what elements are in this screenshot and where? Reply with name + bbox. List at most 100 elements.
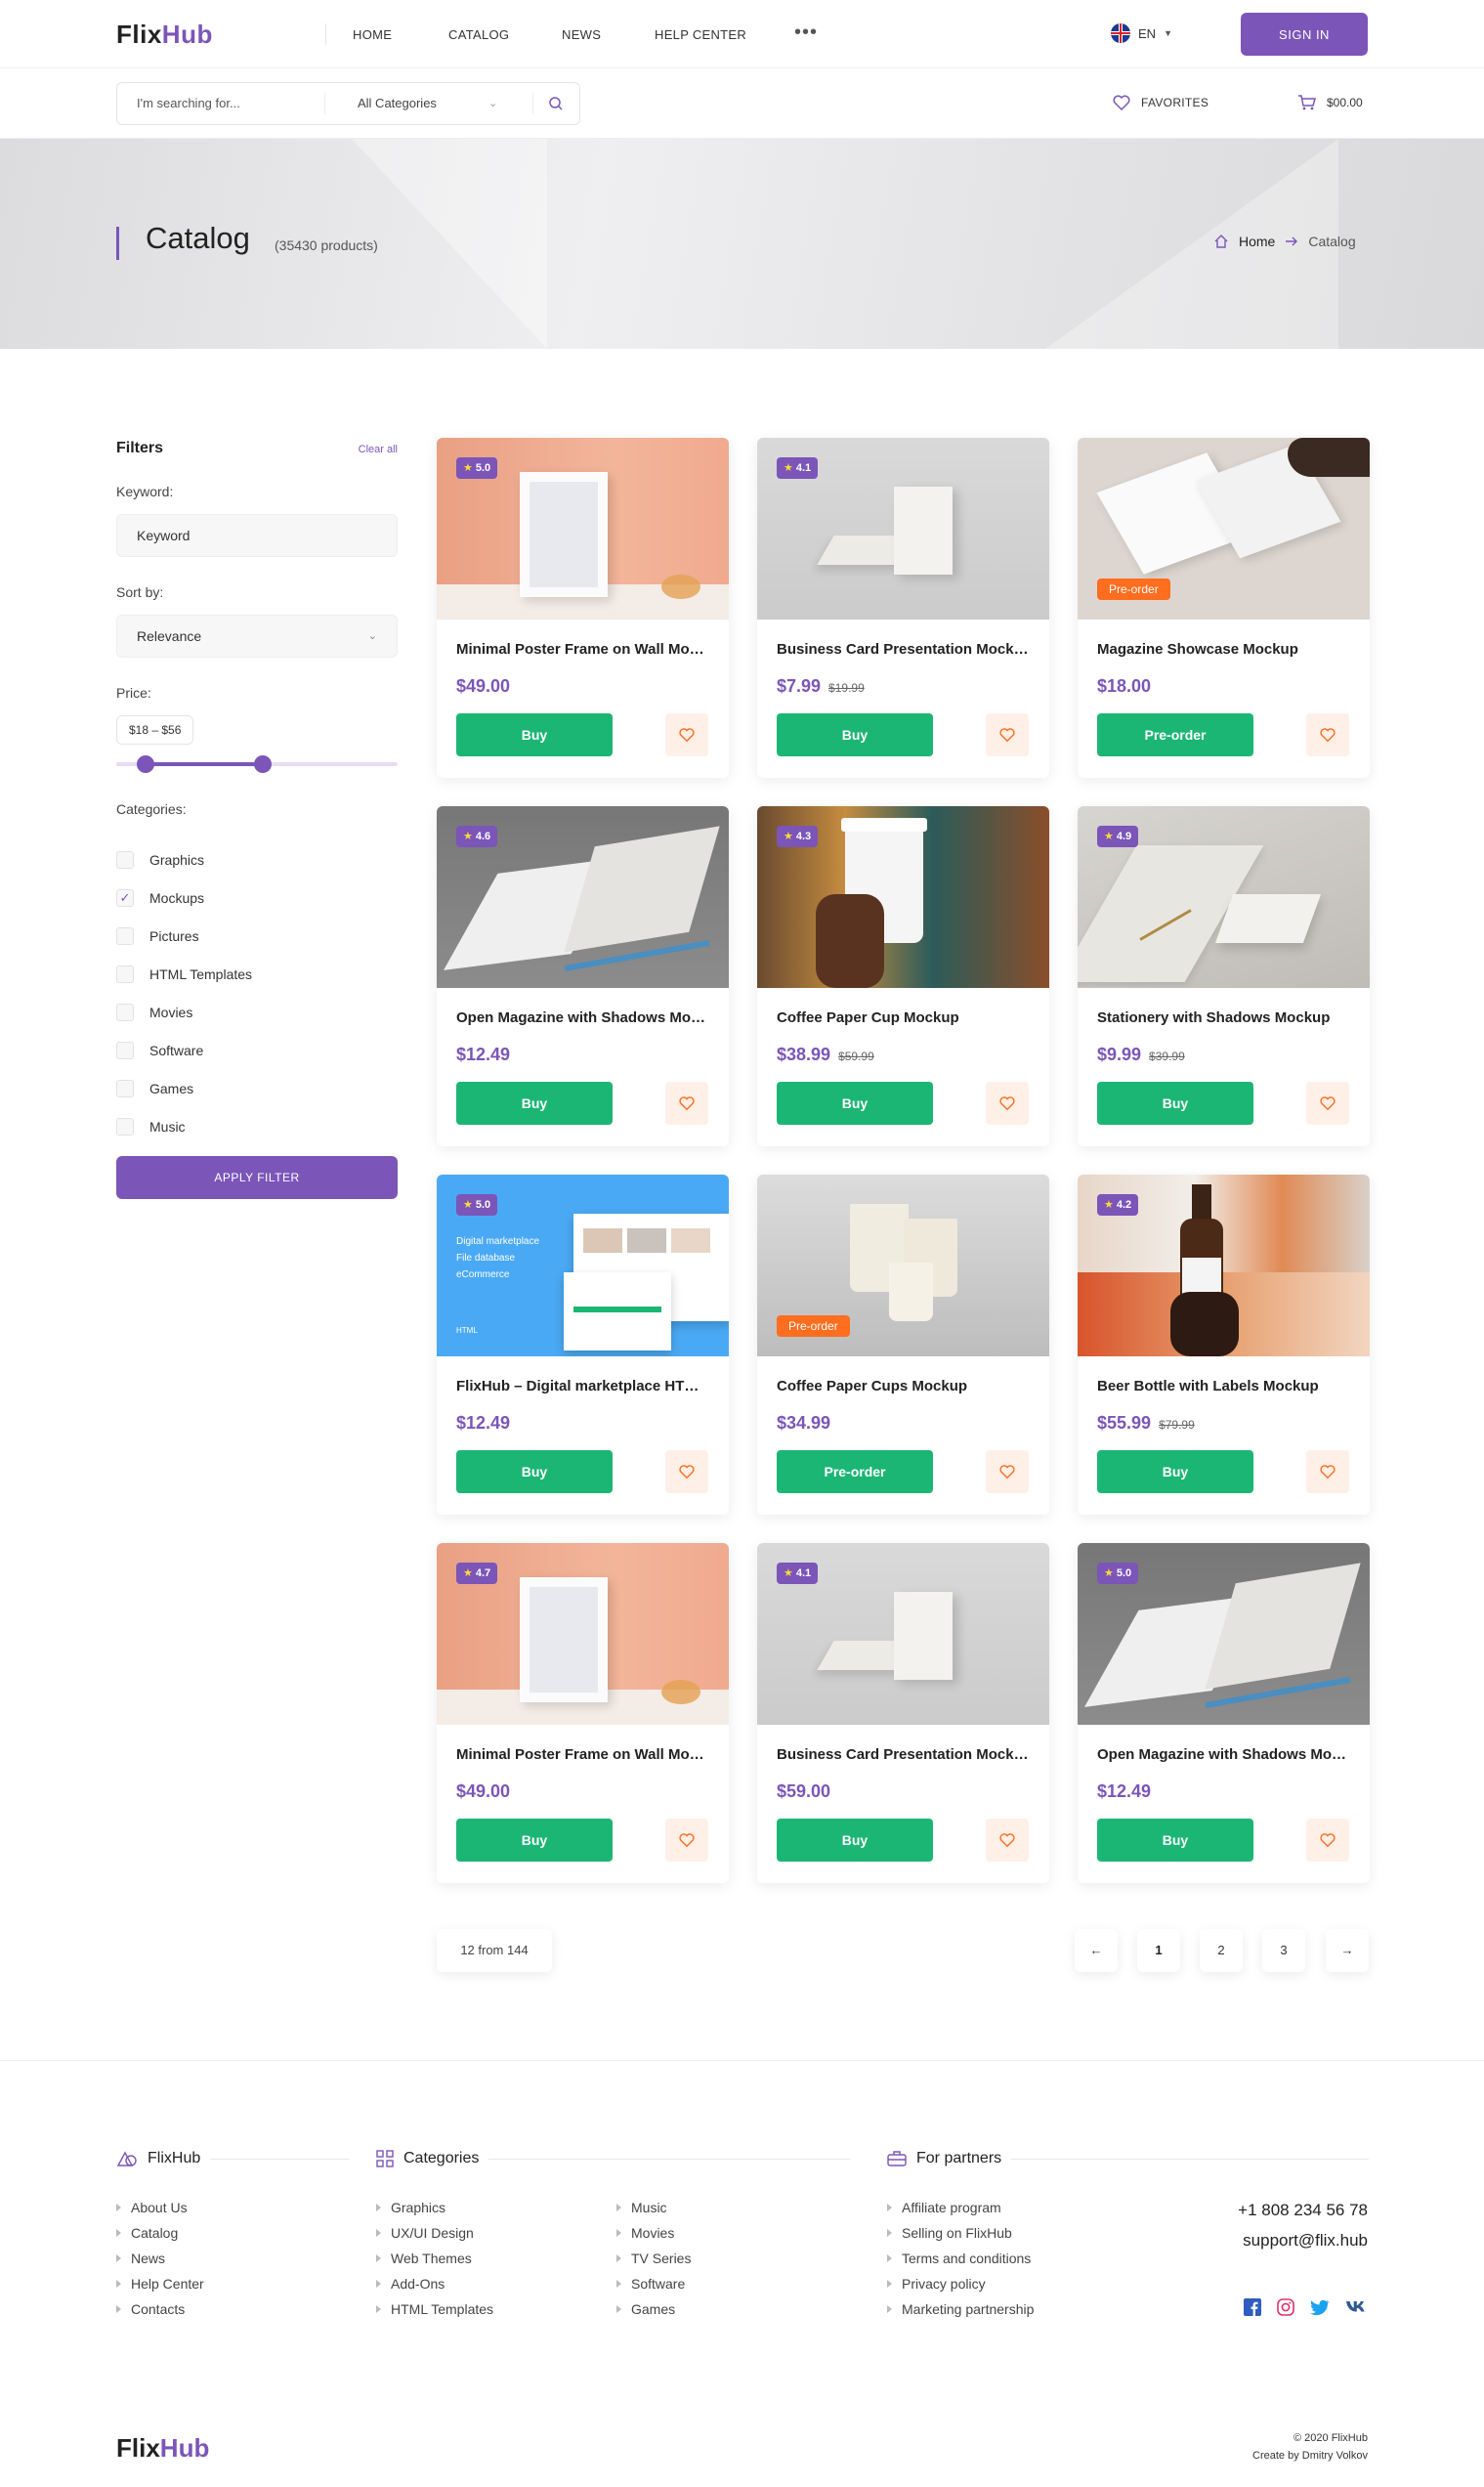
product-card[interactable]: ★ 4.1 Business Card Presentation Mockup $7.… xyxy=(757,438,1049,778)
category-select[interactable]: All Categories xyxy=(358,83,437,124)
checkbox[interactable] xyxy=(116,965,134,983)
category-filter-mockups[interactable]: ✓ Mockups xyxy=(116,879,252,917)
category-filter-pictures[interactable]: Pictures xyxy=(116,917,252,955)
vk-icon[interactable] xyxy=(1345,2300,1367,2314)
product-card[interactable]: Digital marketplace File database eCommerc… xyxy=(437,1175,729,1515)
product-title[interactable]: Stationery with Shadows Mockup xyxy=(1097,1009,1351,1026)
footer-link-games[interactable]: Games xyxy=(616,2296,691,2322)
checkbox[interactable] xyxy=(116,1079,134,1097)
logo[interactable]: FlixHub xyxy=(116,20,213,50)
pagination-page-1[interactable]: 1 xyxy=(1137,1929,1180,1972)
breadcrumb-home[interactable]: Home xyxy=(1239,234,1275,249)
add-to-favorites-button[interactable] xyxy=(986,1819,1029,1862)
product-card[interactable]: ★ 4.2 Beer Bottle with Labels Mockup $55.99… xyxy=(1078,1175,1370,1515)
buy-button[interactable]: Buy xyxy=(1097,1082,1253,1125)
footer-link-terms-and-conditions[interactable]: Terms and conditions xyxy=(887,2246,1034,2271)
buy-button[interactable]: Buy xyxy=(456,1819,613,1862)
footer-link-privacy-policy[interactable]: Privacy policy xyxy=(887,2271,1034,2296)
product-title[interactable]: Minimal Poster Frame on Wall Mockup xyxy=(456,1746,710,1763)
buy-button[interactable]: Buy xyxy=(456,713,613,756)
checkbox[interactable] xyxy=(116,850,134,869)
product-title[interactable]: Open Magazine with Shadows Mockup xyxy=(456,1009,710,1026)
checkbox[interactable] xyxy=(116,1117,134,1136)
product-image[interactable]: ★ 4.1 xyxy=(757,438,1049,620)
category-filter-music[interactable]: Music xyxy=(116,1107,252,1145)
checkbox[interactable] xyxy=(116,926,134,945)
product-image[interactable]: ★ 4.7 xyxy=(437,1543,729,1725)
product-image[interactable]: Digital marketplace File database eCommerc… xyxy=(437,1175,729,1356)
nav-help-center[interactable]: HELP CENTER xyxy=(655,27,746,42)
footer-link-contacts[interactable]: Contacts xyxy=(116,2296,204,2322)
keyword-input[interactable]: Keyword xyxy=(116,514,398,557)
price-slider-min-handle[interactable] xyxy=(137,755,154,773)
product-title[interactable]: Coffee Paper Cup Mockup xyxy=(777,1009,1031,1026)
footer-link-web-themes[interactable]: Web Themes xyxy=(376,2246,493,2271)
product-title[interactable]: Business Card Presentation Mockup xyxy=(777,1746,1031,1763)
contact-email[interactable]: support@flix.hub xyxy=(1243,2231,1368,2251)
product-title[interactable]: Minimal Poster Frame on Wall Mockup xyxy=(456,641,710,658)
preorder-button[interactable]: Pre-order xyxy=(1097,713,1253,756)
product-title[interactable]: Magazine Showcase Mockup xyxy=(1097,641,1351,658)
add-to-favorites-button[interactable] xyxy=(1306,713,1349,756)
price-slider-max-handle[interactable] xyxy=(254,755,272,773)
buy-button[interactable]: Buy xyxy=(777,713,933,756)
product-card[interactable]: ★ 5.0 Open Magazine with Shadows Mockup $12… xyxy=(1078,1543,1370,1883)
footer-link-news[interactable]: News xyxy=(116,2246,204,2271)
buy-button[interactable]: Buy xyxy=(456,1450,613,1493)
product-card[interactable]: ★ 4.9 Stationery with Shadows Mockup $9.99 $… xyxy=(1078,806,1370,1146)
nav-catalog[interactable]: CATALOG xyxy=(448,27,509,42)
buy-button[interactable]: Buy xyxy=(777,1819,933,1862)
pagination-page-2[interactable]: 2 xyxy=(1200,1929,1243,1972)
product-title[interactable]: Business Card Presentation Mockup xyxy=(777,641,1031,658)
category-filter-graphics[interactable]: Graphics xyxy=(116,840,252,879)
instagram-icon[interactable] xyxy=(1277,2298,1294,2316)
cart-link[interactable]: $00.00 xyxy=(1297,94,1363,111)
product-image[interactable]: Pre-order xyxy=(757,1175,1049,1356)
add-to-favorites-button[interactable] xyxy=(665,1450,708,1493)
pagination-page-3[interactable]: 3 xyxy=(1262,1929,1305,1972)
footer-link-help-center[interactable]: Help Center xyxy=(116,2271,204,2296)
product-title[interactable]: Coffee Paper Cups Mockup xyxy=(777,1378,1031,1394)
sort-select[interactable]: Relevance ⌄ xyxy=(116,615,398,658)
preorder-button[interactable]: Pre-order xyxy=(777,1450,933,1493)
footer-link-about-us[interactable]: About Us xyxy=(116,2195,204,2220)
product-card[interactable]: Pre-order Magazine Showcase Mockup $18.00 P… xyxy=(1078,438,1370,778)
buy-button[interactable]: Buy xyxy=(456,1082,613,1125)
buy-button[interactable]: Buy xyxy=(1097,1450,1253,1493)
add-to-favorites-button[interactable] xyxy=(986,1450,1029,1493)
twitter-icon[interactable] xyxy=(1310,2299,1330,2316)
footer-link-ux-ui-design[interactable]: UX/UI Design xyxy=(376,2220,493,2246)
clear-all-link[interactable]: Clear all xyxy=(359,444,398,455)
add-to-favorites-button[interactable] xyxy=(665,1082,708,1125)
footer-link-movies[interactable]: Movies xyxy=(616,2220,691,2246)
product-card[interactable]: Pre-order Coffee Paper Cups Mockup $34.99 P… xyxy=(757,1175,1049,1515)
category-filter-movies[interactable]: Movies xyxy=(116,993,252,1031)
nav-home[interactable]: HOME xyxy=(353,27,392,42)
buy-button[interactable]: Buy xyxy=(777,1082,933,1125)
product-card[interactable]: ★ 4.3 Coffee Paper Cup Mockup $38.99 $59.99 B… xyxy=(757,806,1049,1146)
search-input[interactable]: I'm searching for... xyxy=(137,83,313,124)
search-icon[interactable] xyxy=(547,95,565,112)
footer-link-add-ons[interactable]: Add-Ons xyxy=(376,2271,493,2296)
facebook-icon[interactable] xyxy=(1244,2298,1261,2316)
category-filter-games[interactable]: Games xyxy=(116,1069,252,1107)
pagination-next-button[interactable]: → xyxy=(1326,1929,1369,1972)
product-card[interactable]: ★ 4.1 Business Card Presentation Mockup $59… xyxy=(757,1543,1049,1883)
add-to-favorites-button[interactable] xyxy=(1306,1450,1349,1493)
footer-link-marketing-partnership[interactable]: Marketing partnership xyxy=(887,2296,1034,2322)
product-image[interactable]: ★ 4.2 xyxy=(1078,1175,1370,1356)
checkbox[interactable] xyxy=(116,1003,134,1021)
footer-link-selling-on-flixhub[interactable]: Selling on FlixHub xyxy=(887,2220,1034,2246)
add-to-favorites-button[interactable] xyxy=(986,1082,1029,1125)
add-to-favorites-button[interactable] xyxy=(986,713,1029,756)
pagination-prev-button[interactable]: ← xyxy=(1075,1929,1118,1972)
product-image[interactable]: ★ 4.6 xyxy=(437,806,729,988)
footer-link-tv-series[interactable]: TV Series xyxy=(616,2246,691,2271)
product-title[interactable]: Open Magazine with Shadows Mockup xyxy=(1097,1746,1351,1763)
footer-link-graphics[interactable]: Graphics xyxy=(376,2195,493,2220)
favorites-link[interactable]: FAVORITES xyxy=(1112,94,1208,111)
footer-link-software[interactable]: Software xyxy=(616,2271,691,2296)
category-filter-software[interactable]: Software xyxy=(116,1031,252,1069)
product-image[interactable]: ★ 4.1 xyxy=(757,1543,1049,1725)
product-image[interactable]: ★ 4.9 xyxy=(1078,806,1370,988)
